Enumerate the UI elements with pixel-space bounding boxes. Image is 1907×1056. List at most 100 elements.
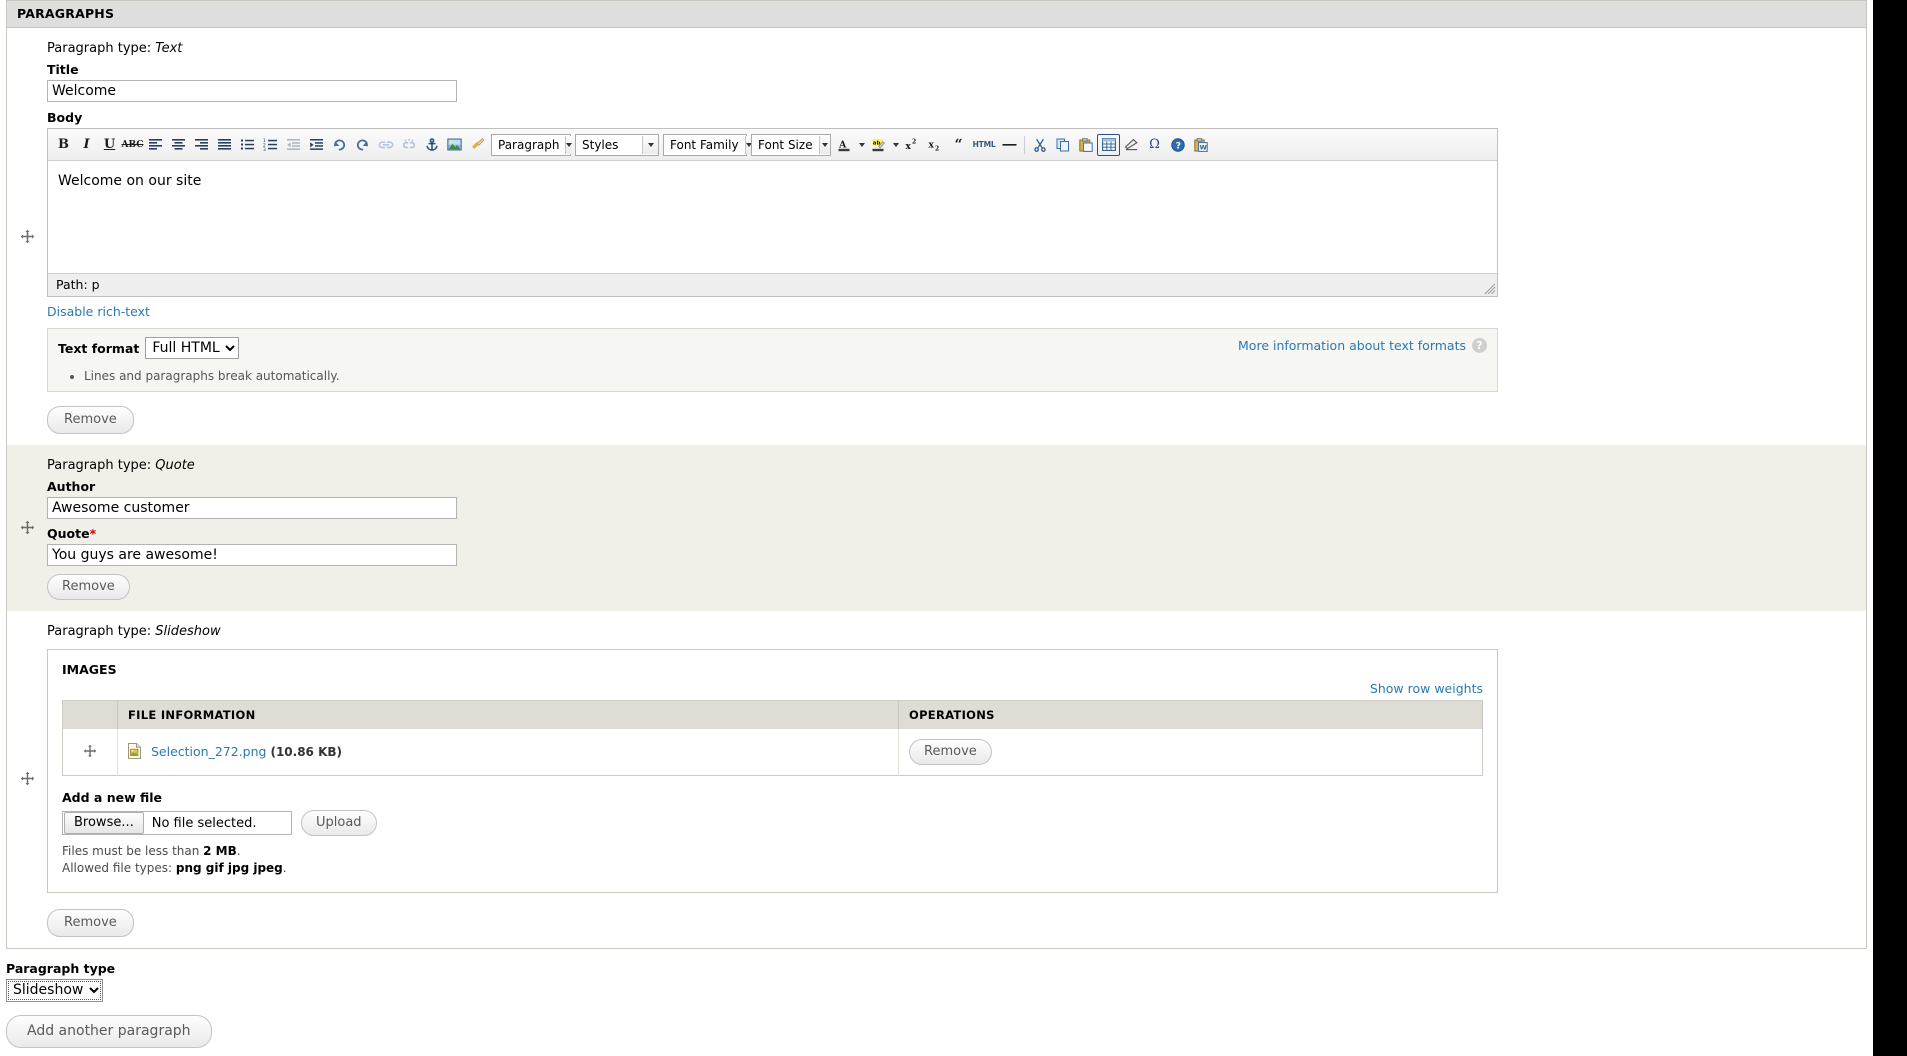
add-another-paragraph-button[interactable]: Add another paragraph: [6, 1015, 212, 1048]
drag-handle-icon[interactable]: [83, 744, 98, 759]
strikethrough-icon[interactable]: ABC: [121, 134, 144, 156]
table-icon[interactable]: [1097, 134, 1120, 156]
outdent-icon[interactable]: [282, 134, 305, 156]
add-new-file-label: Add a new file: [62, 790, 1483, 805]
quote-label-text: Quote: [47, 526, 90, 541]
align-justify-icon[interactable]: [213, 134, 236, 156]
drag-handle-icon[interactable]: [20, 520, 35, 535]
paragraphs-fieldset: PARAGRAPHS Paragraph type: Text Title Bo…: [6, 0, 1867, 949]
text-format-select[interactable]: Full HTML: [145, 337, 239, 359]
required-marker: *: [90, 526, 97, 541]
paragraph-type-select[interactable]: Slideshow: [6, 979, 103, 1002]
remove-paragraph-button[interactable]: Remove: [47, 406, 134, 434]
paragraphs-legend: PARAGRAPHS: [7, 1, 1866, 28]
images-fieldset: IMAGES Show row weights FILE INFORMATION…: [47, 649, 1498, 893]
drag-column: [7, 28, 47, 444]
editor-path-text: Path: p: [56, 277, 100, 292]
drag-column: [7, 611, 47, 947]
add-another-wrap: Add another paragraph: [6, 1015, 1867, 1048]
quote-input[interactable]: [47, 544, 457, 566]
horizontal-rule-icon[interactable]: [998, 134, 1021, 156]
file-input-control[interactable]: Browse... No file selected.: [62, 811, 292, 835]
drag-handle-icon[interactable]: [20, 771, 35, 786]
editor-path-bar: Path: p: [48, 273, 1497, 296]
italic-icon[interactable]: I: [75, 134, 98, 156]
paragraph-body-text: Paragraph type: Text Title Body B I U AB…: [47, 28, 1866, 444]
special-character-icon[interactable]: Ω: [1143, 134, 1166, 156]
remove-paragraph-button[interactable]: Remove: [47, 909, 134, 937]
insert-image-icon[interactable]: [443, 134, 466, 156]
font-size-select[interactable]: Font Size: [751, 134, 831, 156]
upload-area: Add a new file Browse... No file selecte…: [48, 776, 1497, 878]
subscript-icon[interactable]: x 2: [924, 134, 947, 156]
font-family-select[interactable]: Font Family: [663, 134, 747, 156]
align-left-icon[interactable]: [144, 134, 167, 156]
redo-icon[interactable]: [351, 134, 374, 156]
upload-button[interactable]: Upload: [301, 810, 377, 836]
paragraph-type-label: Paragraph type: Quote: [47, 458, 1866, 473]
svg-text:3: 3: [263, 147, 266, 151]
table-header-file-information: FILE INFORMATION: [118, 701, 899, 730]
text-color-icon[interactable]: A: [833, 134, 856, 156]
styles-select[interactable]: Styles: [575, 134, 659, 156]
svg-text:x: x: [906, 142, 912, 151]
link-icon[interactable]: [374, 134, 397, 156]
paste-icon[interactable]: [1074, 134, 1097, 156]
help-icon[interactable]: ?: [1472, 338, 1487, 353]
images-file-table: FILE INFORMATION OPERATIONS: [62, 700, 1483, 776]
styles-label: Styles: [576, 138, 624, 152]
paragraph-format-select[interactable]: Paragraph: [491, 134, 571, 156]
paragraph-item-slideshow: Paragraph type: Slideshow IMAGES Show ro…: [7, 611, 1866, 948]
author-label: Author: [47, 479, 1866, 494]
anchor-icon[interactable]: [420, 134, 443, 156]
font-size-label: Font Size: [752, 138, 819, 152]
indent-icon[interactable]: [305, 134, 328, 156]
table-header-row: FILE INFORMATION OPERATIONS: [63, 701, 1483, 730]
svg-text:2: 2: [912, 139, 916, 146]
remove-file-button[interactable]: Remove: [909, 739, 992, 765]
align-center-icon[interactable]: [167, 134, 190, 156]
about-help-icon[interactable]: ?: [1166, 134, 1189, 156]
highlight-color-icon[interactable]: ab: [867, 134, 890, 156]
svg-text:?: ?: [1175, 141, 1180, 151]
paragraph-body-quote: Paragraph type: Quote Author Quote* Remo…: [47, 445, 1866, 610]
copy-icon[interactable]: [1051, 134, 1074, 156]
author-input[interactable]: [47, 497, 457, 519]
drag-handle-icon[interactable]: [20, 229, 35, 244]
html-source-icon[interactable]: HTML: [970, 134, 998, 156]
show-row-weights-link[interactable]: Show row weights: [1370, 681, 1483, 696]
more-info-text-formats-link[interactable]: More information about text formats: [1238, 338, 1466, 353]
numbered-list-icon[interactable]: 1 2 3: [259, 134, 282, 156]
cut-icon[interactable]: [1028, 134, 1051, 156]
resize-grip-icon[interactable]: [1484, 283, 1496, 295]
file-types-hint-value: png gif jpg jpeg: [176, 861, 283, 875]
font-family-label: Font Family: [664, 138, 745, 152]
editor-toolbar: B I U ABC: [48, 129, 1497, 161]
highlight-color-dropdown-icon[interactable]: [890, 135, 901, 155]
file-name-link[interactable]: Selection_272.png: [151, 744, 266, 759]
paragraph-type-label: Paragraph type: Text: [47, 41, 1866, 56]
align-right-icon[interactable]: [190, 134, 213, 156]
show-row-weights-row: Show row weights: [48, 681, 1497, 700]
body-editor-content[interactable]: Welcome on our site: [48, 161, 1497, 273]
paste-from-word-icon[interactable]: W: [1189, 134, 1212, 156]
remove-paragraph-button[interactable]: Remove: [47, 574, 130, 600]
format-tips-list: Lines and paragraphs break automatically…: [58, 369, 1487, 383]
row-drag-cell: [63, 729, 118, 776]
unlink-icon[interactable]: [397, 134, 420, 156]
bulleted-list-icon[interactable]: [236, 134, 259, 156]
bold-icon[interactable]: B: [52, 134, 75, 156]
title-input[interactable]: [47, 80, 457, 102]
browse-button[interactable]: Browse...: [64, 812, 144, 834]
superscript-icon[interactable]: x 2: [901, 134, 924, 156]
undo-icon[interactable]: [328, 134, 351, 156]
remove-format-icon[interactable]: [466, 134, 489, 156]
underline-icon[interactable]: U: [98, 134, 121, 156]
images-legend: IMAGES: [48, 650, 1497, 681]
disable-rich-text-link[interactable]: Disable rich-text: [47, 304, 150, 319]
file-size-label: (10.86 KB): [270, 745, 342, 759]
file-types-hint: Allowed file types: png gif jpg jpeg.: [62, 860, 1483, 877]
text-color-dropdown-icon[interactable]: [856, 135, 867, 155]
eraser-icon[interactable]: [1120, 134, 1143, 156]
blockquote-icon[interactable]: “: [947, 134, 970, 156]
